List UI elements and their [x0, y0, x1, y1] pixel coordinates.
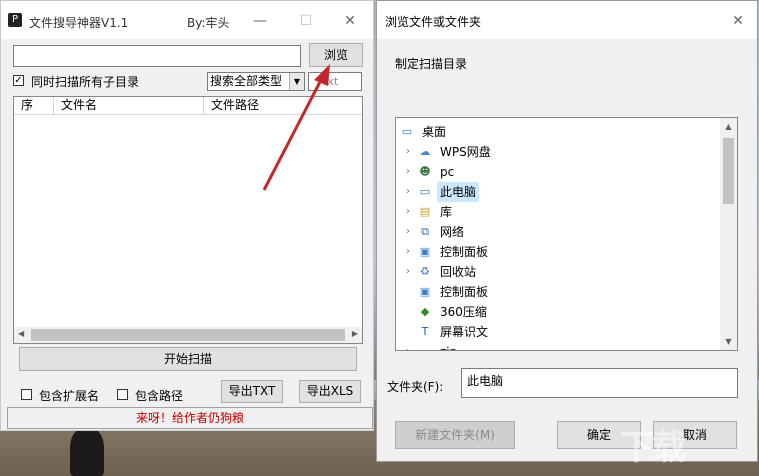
control-panel-icon: ▣ [419, 245, 431, 258]
include-path-checkbox[interactable] [117, 389, 128, 400]
tree-node-label: 网络 [440, 225, 465, 239]
chevron-right-icon[interactable]: › [402, 262, 414, 282]
include-subdirs-checkbox[interactable]: ✓ [13, 75, 24, 86]
chevron-right-icon[interactable]: › [402, 242, 414, 262]
folder-input[interactable]: 此电脑 [461, 368, 738, 398]
desktop-icon: ▭ [401, 125, 413, 138]
tree-node-label: 360压缩 [440, 305, 487, 319]
scroll-up-icon[interactable]: ▲ [720, 118, 737, 135]
browse-button[interactable]: 浏览 [309, 43, 363, 67]
horizontal-scrollbar[interactable]: ◀ ▶ [14, 327, 362, 343]
tree-node-label: 屏幕识文 [440, 325, 489, 339]
tree-node-label: 此电脑 [437, 182, 480, 202]
scroll-down-icon[interactable]: ▼ [720, 333, 737, 350]
minimize-button[interactable]: — [245, 9, 275, 33]
chevron-right-icon[interactable]: › [402, 162, 414, 182]
folder-tree[interactable]: ▲ ▼ ▭ 桌面 › ☁ WPS网盘 › ☻ pc › ▭ 此电脑 › ▤ 库 › ⧉ 网络 › ▣ 控制面板 › ♻ 回收… [395, 117, 738, 351]
chevron-right-icon[interactable]: › [402, 202, 414, 222]
tree-node-label: zip [440, 342, 457, 350]
file-type-select-value: 搜索全部类型 [210, 74, 283, 88]
library-icon: ▤ [419, 205, 431, 218]
chevron-right-icon[interactable]: › [402, 182, 414, 202]
cloud-icon: ☁ [419, 145, 431, 158]
file-search-app-window: P 文件搜导神器V1.1 By:牢头 — ☐ ✕ 浏览 ✓ 同时扫描所有子目录 … [0, 0, 374, 431]
scroll-right-icon[interactable]: ▶ [352, 329, 358, 338]
tree-node-label: 控制面板 [440, 245, 489, 259]
control-panel-icon: ▣ [419, 285, 431, 298]
folder-label: 文件夹(F): [387, 380, 444, 394]
tree-node-label: pc [440, 165, 455, 179]
path-input[interactable] [13, 45, 301, 67]
status-bar: 来呀！给作者仍狗粮 [7, 407, 373, 429]
dialog-titlebar: 浏览文件或文件夹 ✕ [377, 1, 757, 39]
file-type-select[interactable]: 搜索全部类型 ▼ [207, 72, 305, 91]
app-titlebar: P 文件搜导神器V1.1 By:牢头 — ☐ ✕ [1, 1, 373, 39]
results-list[interactable]: 序 文件名 文件路径 ◀ ▶ [13, 96, 363, 344]
scrollbar-thumb[interactable] [723, 138, 734, 204]
network-icon: ⧉ [421, 225, 429, 238]
tree-node-label: WPS网盘 [440, 145, 491, 159]
column-header-filepath[interactable]: 文件路径 [204, 97, 362, 115]
include-extension-label: 包含扩展名 [39, 389, 100, 403]
column-header-index[interactable]: 序 [14, 97, 54, 115]
browse-folder-dialog: 浏览文件或文件夹 ✕ 制定扫描目录 ▲ ▼ ▭ 桌面 › ☁ WPS网盘 › ☻ pc › ▭ 此电… [376, 0, 758, 462]
extension-input[interactable]: txt [308, 72, 362, 91]
chevron-right-icon[interactable]: › [402, 342, 414, 350]
chevron-right-icon[interactable]: › [402, 142, 414, 162]
dialog-close-button[interactable]: ✕ [723, 9, 753, 33]
app-title: 文件搜导神器V1.1 [29, 16, 129, 30]
app-logo-icon: P [8, 13, 22, 27]
new-folder-button[interactable]: 新建文件夹(M) [395, 421, 515, 449]
watermark-logo: 下载 [620, 428, 686, 468]
chevron-right-icon[interactable]: › [402, 222, 414, 242]
tree-node-label: 控制面板 [440, 285, 489, 299]
desktop-runner-figure [70, 428, 104, 476]
user-icon: ☻ [419, 165, 431, 178]
dialog-description: 制定扫描目录 [395, 57, 468, 71]
chevron-down-icon: ▼ [289, 73, 304, 90]
ocr-app-icon: T [421, 325, 429, 338]
export-txt-button[interactable]: 导出TXT [221, 380, 283, 403]
tree-node-label: 库 [440, 205, 453, 219]
column-header-filename[interactable]: 文件名 [54, 97, 204, 115]
vertical-scrollbar[interactable]: ▲ ▼ [720, 118, 737, 350]
maximize-button[interactable]: ☐ [291, 9, 321, 33]
close-button[interactable]: ✕ [335, 9, 365, 33]
scrollbar-thumb[interactable] [31, 329, 345, 341]
tree-node-label: 桌面 [422, 125, 447, 139]
computer-icon: ▭ [419, 185, 431, 198]
folder-icon: ▬ [417, 345, 433, 350]
scroll-left-icon[interactable]: ◀ [18, 329, 24, 338]
app-author: By:牢头 [187, 16, 230, 30]
recycle-bin-icon: ♻ [420, 265, 430, 278]
include-path-label: 包含路径 [135, 389, 184, 403]
include-extension-checkbox[interactable] [21, 389, 32, 400]
start-scan-button[interactable]: 开始扫描 [19, 347, 357, 371]
tree-node-label: 回收站 [440, 265, 477, 279]
include-subdirs-label: 同时扫描所有子目录 [31, 75, 140, 89]
zip-app-icon: ◆ [420, 305, 430, 318]
dialog-title: 浏览文件或文件夹 [385, 15, 482, 29]
export-xls-button[interactable]: 导出XLS [299, 380, 361, 403]
